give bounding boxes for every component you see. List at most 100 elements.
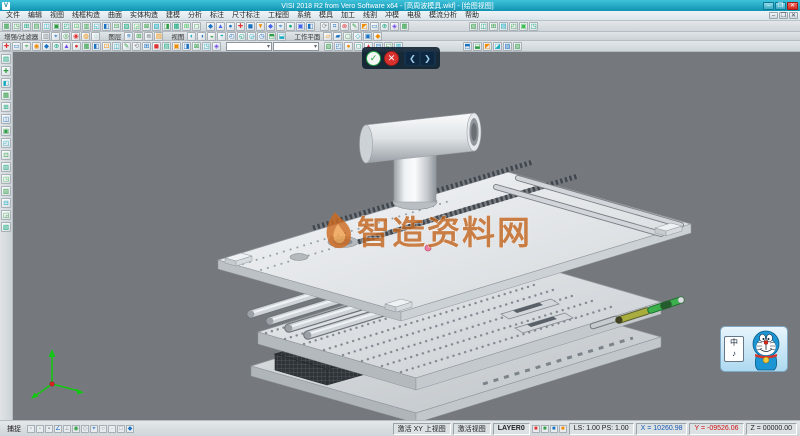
toolbar-icon[interactable]: ◰ — [62, 22, 71, 31]
toolbar-icon[interactable]: ▤ — [32, 22, 41, 31]
toolbar-icon[interactable]: ◫ — [479, 22, 488, 31]
toolbar-icon[interactable]: ≣ — [144, 32, 153, 41]
toolbar-icon[interactable]: ▧ — [324, 42, 333, 51]
toolbar-icon[interactable]: ⟲ — [132, 42, 141, 51]
minimize-button[interactable]: – — [763, 2, 774, 10]
toolbar-icon[interactable]: ⬒ — [267, 32, 276, 41]
toolbar-icon[interactable]: ⊠ — [142, 22, 151, 31]
toolbar-icon[interactable]: ▥ — [82, 22, 91, 31]
cancel-button[interactable]: ✕ — [384, 51, 399, 66]
previous-step-button[interactable]: ❮ — [406, 52, 419, 65]
sidebar-icon[interactable]: ▨ — [1, 186, 11, 196]
toolbar-icon[interactable]: ▲ — [216, 22, 225, 31]
toolbar-icon[interactable]: ⊞ — [22, 22, 31, 31]
toolbar-icon[interactable]: ▧ — [152, 22, 161, 31]
menu-item[interactable]: 实体构造 — [126, 11, 162, 21]
toolbar-icon[interactable]: ✚ — [2, 42, 11, 51]
toolbar-icon[interactable]: ▭ — [370, 22, 379, 31]
sidebar-icon[interactable]: ▤ — [1, 54, 11, 64]
toolbar-icon[interactable]: ◫ — [42, 22, 51, 31]
toolbar-icon[interactable]: ◒ — [207, 32, 216, 41]
toolbar-icon[interactable]: ◧ — [102, 22, 111, 31]
toolbar-icon[interactable]: ● — [226, 22, 235, 31]
toolbar-icon[interactable]: ◱ — [92, 22, 101, 31]
toolbar-icon[interactable]: ◧ — [306, 22, 315, 31]
toolbar-icon[interactable]: ▨ — [503, 42, 512, 51]
toolbar-icon[interactable]: ● — [286, 22, 295, 31]
snap-icon[interactable]: □ — [117, 425, 125, 433]
menu-item[interactable]: 线割 — [359, 11, 381, 21]
toolbar-icon[interactable]: ◰ — [509, 22, 518, 31]
confirm-button[interactable]: ✓ — [366, 51, 381, 66]
toolbar-icon[interactable]: ✚ — [236, 22, 245, 31]
toolbar-icon[interactable]: ● — [72, 42, 81, 51]
menu-item[interactable]: 模具 — [315, 11, 337, 21]
toolbar-icon[interactable]: ◳ — [12, 22, 21, 31]
menu-item[interactable]: 视图 — [46, 11, 68, 21]
view-combo[interactable]: ▾ — [226, 42, 272, 51]
model-3d[interactable] — [218, 113, 691, 420]
toolbar-icon[interactable]: ⊡ — [72, 22, 81, 31]
toolbar-icon[interactable]: ✎ — [122, 42, 131, 51]
snap-icon[interactable]: ▫ — [27, 425, 35, 433]
maximize-button[interactable]: ❐ — [775, 2, 786, 10]
toolbar-icon[interactable]: ▦ — [2, 22, 11, 31]
menu-item[interactable]: 加工 — [337, 11, 359, 21]
sidebar-icon[interactable]: ⊟ — [1, 198, 11, 208]
toolbar-icon[interactable]: ◫ — [112, 42, 121, 51]
toolbar-icon[interactable]: ⊞ — [489, 22, 498, 31]
toolbar-icon[interactable]: ◩ — [360, 22, 369, 31]
menu-item[interactable]: 建模 — [162, 11, 184, 21]
menu-item[interactable]: 线框构造 — [68, 11, 104, 21]
toolbar-icon[interactable]: ◑ — [197, 32, 206, 41]
toolbar-icon[interactable]: ◇ — [353, 32, 362, 41]
active-view-field[interactable]: 激活视图 — [453, 423, 491, 435]
menu-item[interactable]: 曲面 — [104, 11, 126, 21]
sidebar-icon[interactable]: ▣ — [1, 126, 11, 136]
toolbar-icon[interactable]: ◉ — [32, 42, 41, 51]
toolbar-icon[interactable]: ◵ — [237, 32, 246, 41]
menu-item[interactable]: 系统 — [293, 11, 315, 21]
toolbar-icon[interactable]: ◨ — [162, 22, 171, 31]
toolbar-icon[interactable]: ◈ — [390, 22, 399, 31]
sidebar-icon[interactable]: ✚ — [1, 66, 11, 76]
sidebar-icon[interactable]: ▦ — [1, 90, 11, 100]
toolbar-icon[interactable]: ▤ — [154, 32, 163, 41]
toolbar-icon[interactable]: ⬒ — [463, 42, 472, 51]
status-indicator-icon[interactable]: ■ — [541, 425, 549, 433]
toolbar-icon[interactable]: ◈ — [212, 42, 221, 51]
toolbar-icon[interactable]: ▧ — [469, 22, 478, 31]
toolbar-icon[interactable]: ▱ — [323, 32, 332, 41]
status-indicator-icon[interactable]: ■ — [550, 425, 558, 433]
toolbar-icon[interactable]: ▣ — [52, 22, 61, 31]
toolbar-icon[interactable]: ▲ — [62, 42, 71, 51]
toolbar-icon[interactable]: ◨ — [182, 42, 191, 51]
menu-item[interactable]: 尺寸标注 — [228, 11, 264, 21]
toolbar-icon[interactable]: ◼ — [152, 42, 161, 51]
workplane-combo[interactable]: ▾ — [273, 42, 319, 51]
menu-item[interactable]: 帮助 — [461, 11, 483, 21]
toolbar-icon[interactable]: ◲ — [132, 22, 141, 31]
toolbar-icon[interactable]: ◉ — [71, 32, 80, 41]
toolbar-icon[interactable]: ▥ — [41, 32, 50, 41]
toolbar-icon[interactable]: ⬓ — [473, 42, 482, 51]
sidebar-icon[interactable]: ▥ — [1, 162, 11, 172]
menu-item[interactable]: 工程图 — [264, 11, 293, 21]
toolbar-icon[interactable]: ⌖ — [51, 32, 60, 41]
snap-icon[interactable]: · — [108, 425, 116, 433]
toolbar-icon[interactable]: ▦ — [400, 22, 409, 31]
menu-item[interactable]: 冲模 — [381, 11, 403, 21]
toolbar-icon[interactable]: ◌ — [91, 32, 100, 41]
menu-item[interactable]: 分析 — [184, 11, 206, 21]
toolbar-icon[interactable]: ◼ — [246, 22, 255, 31]
toolbar-icon[interactable]: ▢ — [343, 32, 352, 41]
toolbar-icon[interactable]: ◷ — [257, 32, 266, 41]
toolbar-icon[interactable]: ▭ — [12, 42, 21, 51]
toolbar-icon[interactable]: ◐ — [187, 32, 196, 41]
snap-icon[interactable]: ⊥ — [63, 425, 71, 433]
toolbar-icon[interactable]: ◆ — [206, 22, 215, 31]
toolbar-icon[interactable]: ▣ — [363, 32, 372, 41]
snap-icon[interactable]: ◦ — [36, 425, 44, 433]
toolbar-icon[interactable]: ⊟ — [112, 22, 121, 31]
toolbar-icon[interactable]: ▨ — [122, 22, 131, 31]
